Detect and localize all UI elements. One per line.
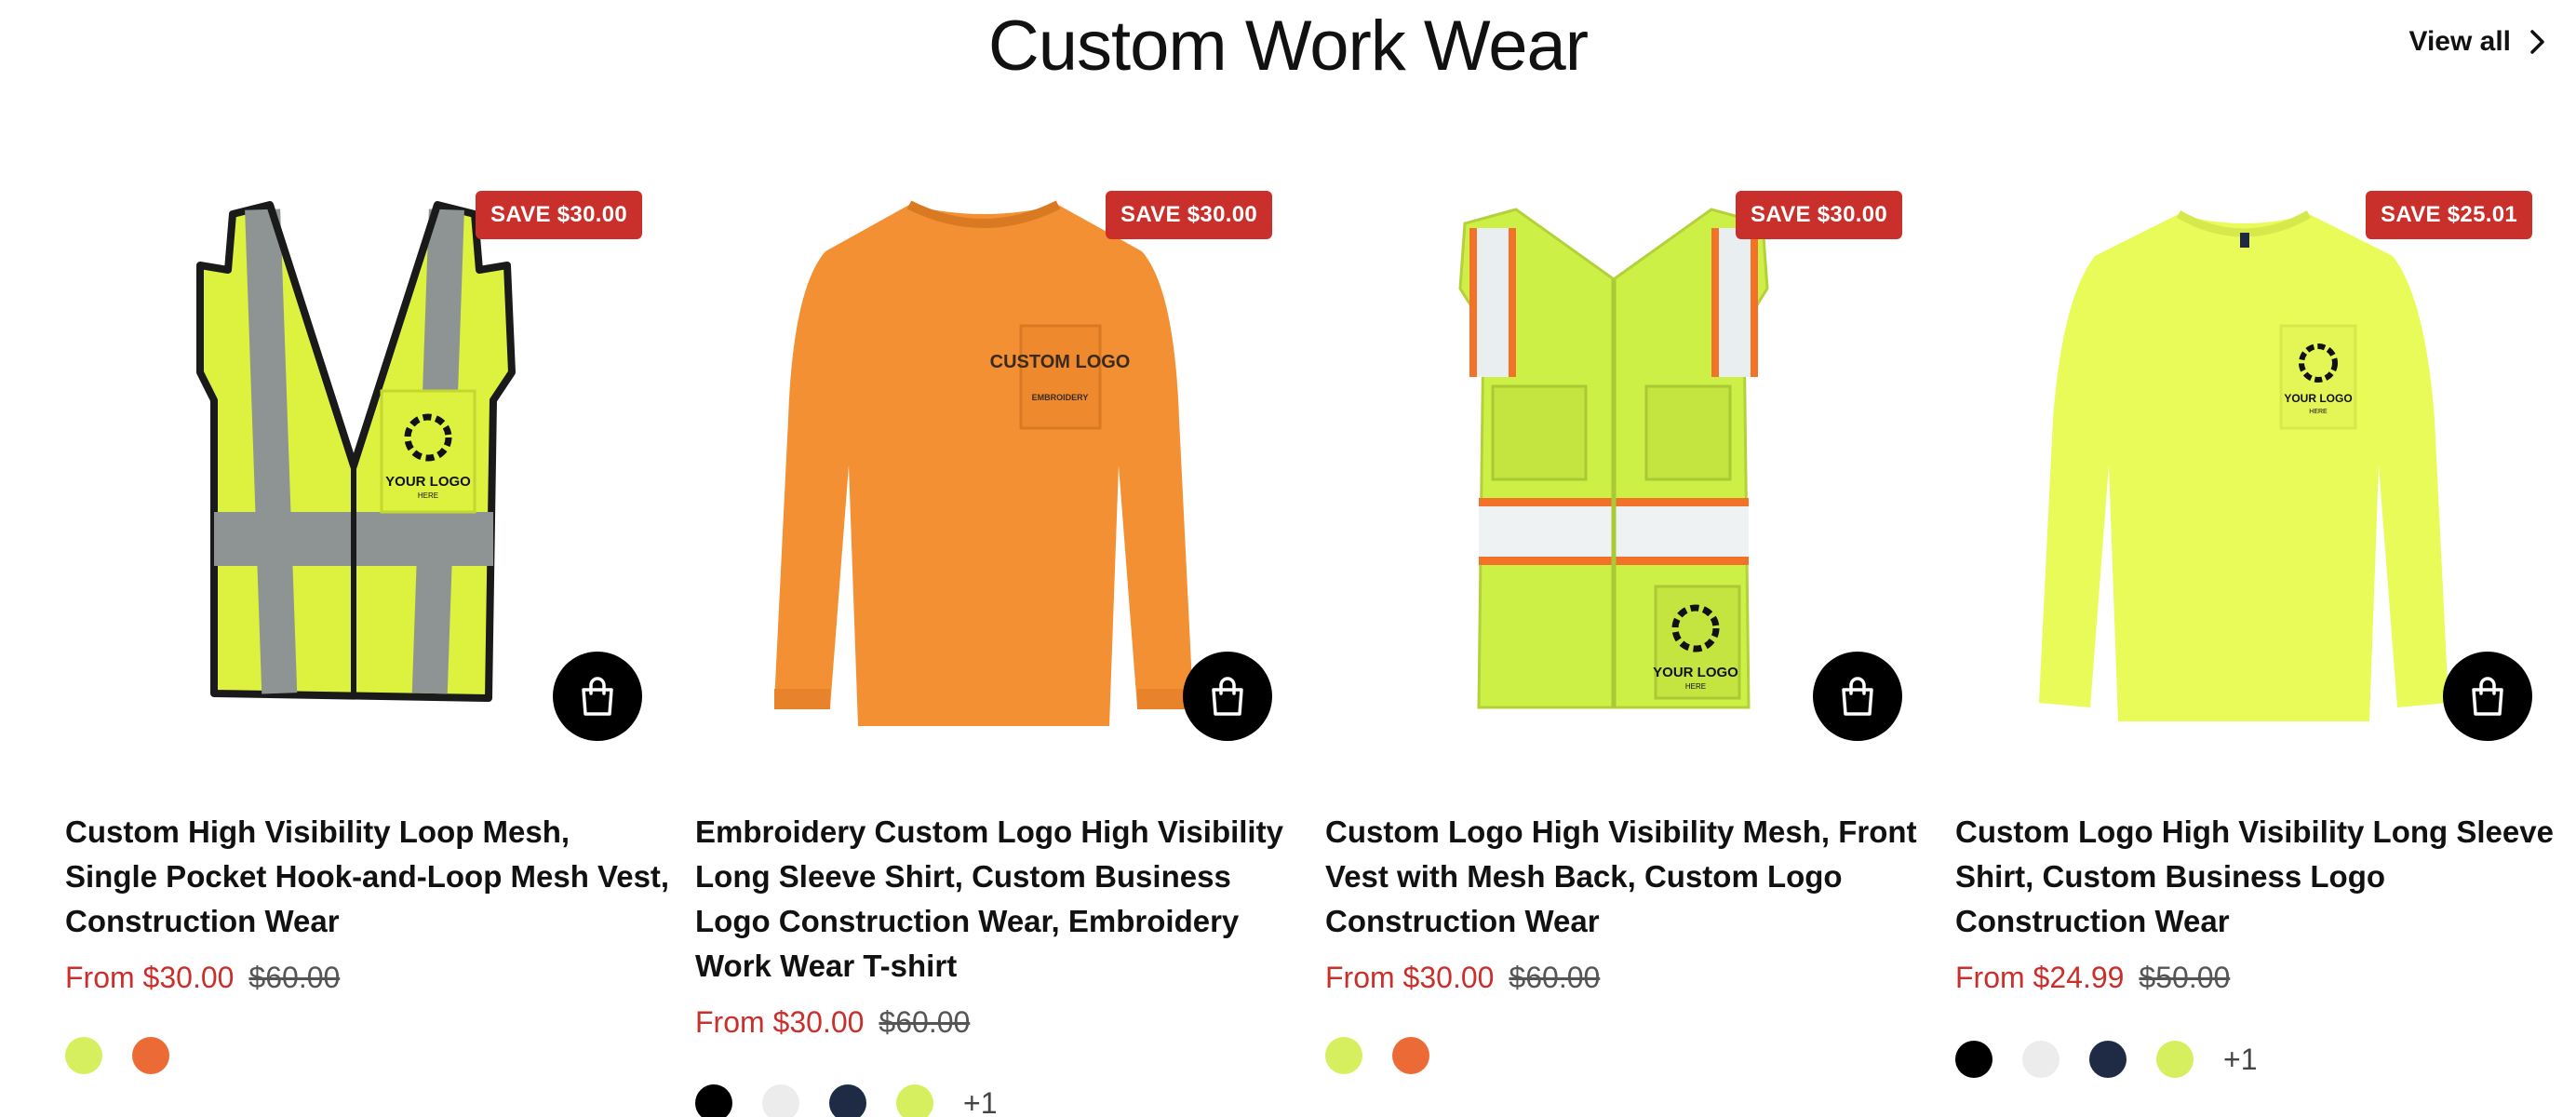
compare-price: $50.00	[2139, 961, 2231, 994]
color-swatches	[65, 1037, 169, 1074]
swatch-white[interactable]	[762, 1084, 799, 1117]
section-title: Custom Work Wear	[987, 7, 1589, 86]
add-to-cart-button[interactable]	[2443, 652, 2532, 741]
product-title[interactable]: Custom High Visibility Loop Mesh, Single…	[65, 810, 670, 944]
color-swatches	[1325, 1037, 1429, 1074]
product-image-vest: YOUR LOGO HERE	[196, 201, 516, 702]
product-media[interactable]: YOUR LOGO HERE SAVE $30.00	[1325, 186, 1902, 763]
product-image-surveyor-vest: YOUR LOGO HERE	[1458, 208, 1769, 709]
add-to-cart-button[interactable]	[553, 652, 642, 741]
more-colors-count[interactable]: +1	[963, 1086, 997, 1117]
swatch-orange[interactable]	[132, 1037, 169, 1074]
swatch-navy[interactable]	[829, 1084, 866, 1117]
swatch-yellow[interactable]	[65, 1037, 102, 1074]
product-image-shirt: YOUR LOGO HERE	[2039, 210, 2449, 721]
sale-price: From $30.00	[65, 961, 235, 994]
product-card[interactable]: YOUR LOGO HERE SAVE $30.00 Custom Logo H…	[1325, 186, 1917, 1117]
product-card[interactable]: YOUR LOGO HERE SAVE $30.00 Custom High V…	[65, 186, 669, 1117]
save-badge: SAVE $30.00	[1106, 191, 1272, 239]
swatch-black[interactable]	[1955, 1041, 1992, 1078]
logo-subtext: HERE	[1685, 682, 1706, 691]
swatch-orange[interactable]	[1392, 1037, 1429, 1074]
product-image-shirt: CUSTOM LOGO EMBROIDERY	[774, 200, 1193, 726]
logo-text: YOUR LOGO	[385, 474, 471, 490]
chevron-right-icon	[2530, 30, 2544, 54]
logo-text: CUSTOM LOGO	[990, 352, 1131, 372]
product-title[interactable]: Embroidery Custom Logo High Visibility L…	[695, 810, 1300, 989]
product-card[interactable]: CUSTOM LOGO EMBROIDERY SAVE $30.00 Embro…	[695, 186, 1283, 1117]
section-header: Custom Work Wear View all	[0, 0, 2576, 102]
product-media[interactable]: YOUR LOGO HERE SAVE $30.00	[65, 186, 642, 763]
shopping-bag-icon	[582, 677, 613, 716]
compare-price: $60.00	[248, 961, 341, 994]
view-all-label: View all	[2408, 26, 2511, 57]
save-badge: SAVE $30.00	[476, 191, 642, 239]
compare-price: $60.00	[1509, 961, 1601, 994]
sale-price: From $24.99	[1955, 961, 2125, 994]
swatch-yellow[interactable]	[2156, 1041, 2194, 1078]
sale-price: From $30.00	[1325, 961, 1495, 994]
product-grid: YOUR LOGO HERE SAVE $30.00 Custom High V…	[65, 186, 2554, 1117]
logo-subtext: HERE	[418, 491, 438, 500]
shopping-bag-icon	[1212, 677, 1243, 716]
logo-subtext: HERE	[2309, 409, 2328, 415]
view-all-link[interactable]: View all	[2408, 26, 2548, 58]
swatch-navy[interactable]	[2089, 1041, 2127, 1078]
shopping-bag-icon	[2472, 677, 2503, 716]
color-swatches: +1	[1955, 1041, 2257, 1078]
swatch-black[interactable]	[695, 1084, 732, 1117]
product-title[interactable]: Custom Logo High Visibility Long Sleeve …	[1955, 810, 2560, 944]
swatch-yellow[interactable]	[1325, 1037, 1362, 1074]
logo-text: YOUR LOGO	[1653, 665, 1738, 680]
swatch-white[interactable]	[2022, 1041, 2059, 1078]
color-swatches: +1	[695, 1084, 997, 1117]
add-to-cart-button[interactable]	[1813, 652, 1902, 741]
compare-price: $60.00	[879, 1005, 971, 1039]
logo-subtext: EMBROIDERY	[1032, 393, 1089, 402]
price-row: From $30.00 $60.00	[65, 961, 340, 995]
save-badge: SAVE $25.01	[2366, 191, 2532, 239]
save-badge: SAVE $30.00	[1736, 191, 1902, 239]
product-card[interactable]: YOUR LOGO HERE SAVE $25.01 Custom Logo H…	[1955, 186, 2554, 1117]
price-row: From $24.99 $50.00	[1955, 961, 2230, 995]
logo-text: YOUR LOGO	[2284, 392, 2352, 405]
more-colors-count[interactable]: +1	[2223, 1043, 2257, 1077]
sale-price: From $30.00	[695, 1005, 865, 1039]
price-row: From $30.00 $60.00	[1325, 961, 1600, 995]
price-row: From $30.00 $60.00	[695, 1005, 970, 1040]
product-media[interactable]: CUSTOM LOGO EMBROIDERY SAVE $30.00	[695, 186, 1272, 763]
product-media[interactable]: YOUR LOGO HERE SAVE $25.01	[1955, 186, 2532, 763]
product-title[interactable]: Custom Logo High Visibility Mesh, Front …	[1325, 810, 1930, 944]
shopping-bag-icon	[1842, 677, 1873, 716]
add-to-cart-button[interactable]	[1183, 652, 1272, 741]
swatch-yellow[interactable]	[896, 1084, 933, 1117]
